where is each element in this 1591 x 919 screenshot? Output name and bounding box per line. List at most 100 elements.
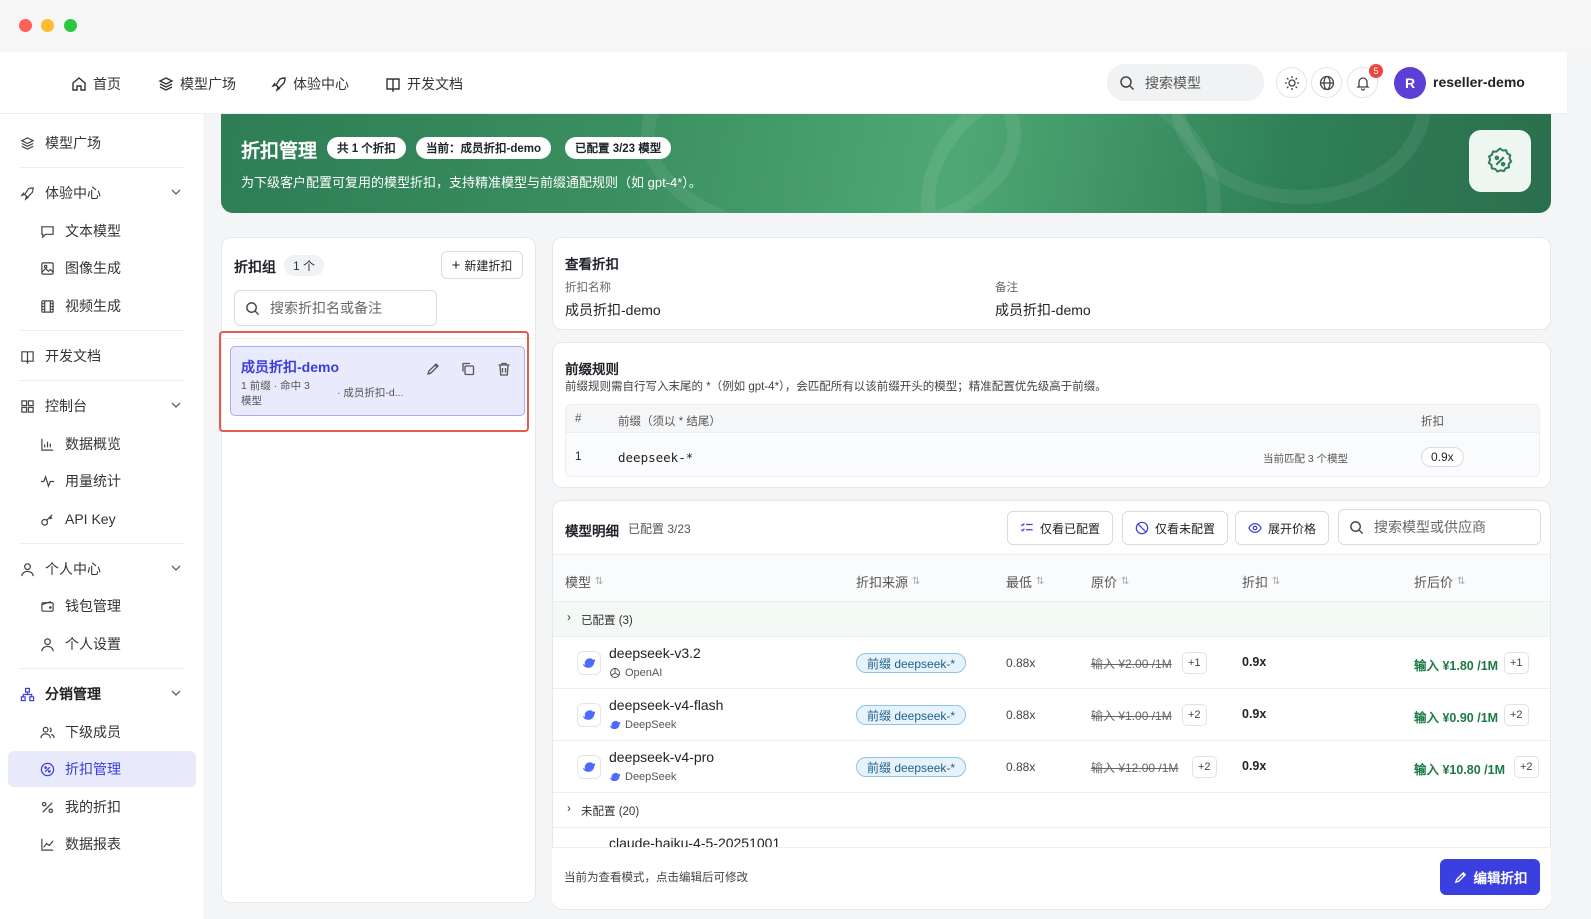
sort-icon: ⇅ xyxy=(1457,576,1466,587)
book-icon xyxy=(386,78,400,92)
trash-icon[interactable] xyxy=(496,361,512,377)
sidebar-item-usage[interactable]: 用量统计 xyxy=(8,463,196,499)
final-price-more[interactable]: +2 xyxy=(1514,756,1539,778)
film-icon xyxy=(41,299,54,313)
sidebar-item-personal-settings[interactable]: 个人设置 xyxy=(8,626,196,662)
discount-search-input[interactable]: 搜索折扣名或备注 xyxy=(234,290,437,326)
image-icon xyxy=(41,261,54,275)
col-model[interactable]: 模型 ⇅ xyxy=(565,572,603,591)
sidebar-divider xyxy=(20,543,184,544)
zoom-window-button[interactable] xyxy=(64,19,77,32)
chat-icon xyxy=(41,225,54,239)
sidebar-item-video-gen[interactable]: 视频生成 xyxy=(8,288,196,324)
model-provider-name: DeepSeek xyxy=(625,771,677,783)
table-row[interactable]: deepseek-v4-pro DeepSeek 前缀 deepseek-* 0… xyxy=(553,741,1550,793)
nav-model-plaza[interactable]: 模型广场 xyxy=(158,74,236,94)
filter-configured-button[interactable]: 仅看已配置 xyxy=(1007,511,1114,545)
prefix-row-value: deepseek-* xyxy=(618,450,694,465)
sidebar-item-model-plaza[interactable]: 模型广场 xyxy=(8,125,196,161)
minimize-window-button[interactable] xyxy=(41,19,54,32)
edit-discount-button[interactable]: 编辑折扣 xyxy=(1440,859,1540,895)
users-icon xyxy=(40,726,55,738)
view-mode-hint: 当前为查看模式，点击编辑后可修改 xyxy=(564,872,748,884)
sidebar-item-my-discount[interactable]: 我的折扣 xyxy=(8,789,196,825)
sidebar-group-experience[interactable]: 体验中心 xyxy=(8,175,196,211)
expand-price-button[interactable]: 展开价格 xyxy=(1235,511,1330,545)
configured-group-row[interactable]: › 已配置 (3) xyxy=(553,602,1550,637)
model-name: deepseek-v3.2 xyxy=(609,645,701,661)
globe-icon xyxy=(1319,75,1334,90)
prefix-rules-description: 前缀规则需自行写入末尾的 *（例如 gpt-4*），会匹配所有以该前缀开头的模型… xyxy=(565,381,1107,393)
sidebar-item-overview[interactable]: 数据概览 xyxy=(8,426,196,462)
theme-toggle-button[interactable] xyxy=(1276,67,1307,98)
original-price-more[interactable]: +2 xyxy=(1182,704,1207,726)
nav-home[interactable]: 首页 xyxy=(71,74,121,94)
sidebar-item-reports[interactable]: 数据报表 xyxy=(8,826,196,862)
language-button[interactable] xyxy=(1311,67,1342,98)
search-icon xyxy=(1120,75,1135,90)
new-discount-button[interactable]: + 新建折扣 xyxy=(441,251,523,279)
col-original[interactable]: 原价 ⇅ xyxy=(1091,572,1129,591)
unconfigured-group-row[interactable]: › 未配置 (20) xyxy=(553,793,1550,828)
view-discount-panel: 查看折扣 折扣名称 成员折扣-demo 备注 成员折扣-demo xyxy=(552,237,1551,330)
eye-icon xyxy=(1248,523,1262,533)
final-price-more[interactable]: +2 xyxy=(1504,704,1529,726)
deepseek-logo-icon xyxy=(577,703,601,727)
sidebar-item-api-key[interactable]: API Key xyxy=(8,501,196,537)
total-discounts-badge: 共 1 个折扣 xyxy=(327,137,406,159)
final-price-more[interactable]: +1 xyxy=(1504,652,1529,674)
avatar[interactable]: R xyxy=(1394,67,1426,99)
sidebar-divider xyxy=(20,330,184,331)
table-row[interactable]: deepseek-v4-flash DeepSeek 前缀 deepseek-*… xyxy=(553,689,1550,741)
close-window-button[interactable] xyxy=(19,19,32,32)
table-row[interactable]: deepseek-v3.2 OpenAI 前缀 deepseek-* 0.88x… xyxy=(553,637,1550,689)
sidebar-item-label: 钱包管理 xyxy=(65,598,121,614)
new-discount-label: 新建折扣 xyxy=(464,258,513,273)
nav-experience[interactable]: 体验中心 xyxy=(271,74,349,94)
edit-icon[interactable] xyxy=(425,361,441,377)
original-price-more[interactable]: +1 xyxy=(1182,652,1207,674)
sidebar-item-label: API Key xyxy=(65,511,116,527)
layers-icon xyxy=(20,136,35,150)
line-chart-icon xyxy=(41,838,54,851)
prefix-row-discount: 0.9x xyxy=(1421,447,1464,467)
col-source[interactable]: 折扣来源 ⇅ xyxy=(856,572,920,591)
sidebar-item-wallet[interactable]: 钱包管理 xyxy=(8,588,196,624)
sidebar-item-members[interactable]: 下级成员 xyxy=(8,714,196,750)
sidebar-item-label: 数据报表 xyxy=(65,836,121,852)
prefix-col-discount: 折扣 xyxy=(1421,416,1444,428)
col-discount[interactable]: 折扣 ⇅ xyxy=(1242,572,1280,591)
sidebar-item-text-model[interactable]: 文本模型 xyxy=(8,213,196,249)
deepseek-icon xyxy=(609,720,621,730)
discount-group-card[interactable]: 成员折扣-demo 1 前缀 · 命中 3 模型 · 成员折扣-d... xyxy=(230,346,525,416)
username[interactable]: reseller-demo xyxy=(1433,74,1525,90)
sidebar-group-distribution[interactable]: 分销管理 xyxy=(8,676,196,712)
sidebar-item-discount-management[interactable]: 折扣管理 xyxy=(8,751,196,787)
sidebar-divider xyxy=(20,668,184,669)
discount-group-note: · 成员折扣-d... xyxy=(337,387,404,399)
filter-unconfigured-button[interactable]: 仅看未配置 xyxy=(1122,511,1229,545)
sidebar-item-docs[interactable]: 开发文档 xyxy=(8,338,196,374)
deepseek-logo-icon xyxy=(577,651,601,675)
model-search-input[interactable]: 搜索模型或供应商 xyxy=(1338,509,1541,545)
nav-docs[interactable]: 开发文档 xyxy=(385,74,463,94)
original-price-more[interactable]: +2 xyxy=(1192,756,1217,778)
sidebar-item-image-gen[interactable]: 图像生成 xyxy=(8,250,196,286)
sidebar-item-label: 开发文档 xyxy=(45,348,101,364)
sidebar-group-console[interactable]: 控制台 xyxy=(8,388,196,424)
activity-icon xyxy=(40,474,55,488)
notifications-button[interactable]: 5 xyxy=(1347,64,1383,98)
prefix-row-match: 当前匹配 3 个模型 xyxy=(1263,453,1349,465)
discount-name-label: 折扣名称 xyxy=(565,282,611,294)
copy-icon[interactable] xyxy=(460,361,476,377)
sidebar-item-label: 分销管理 xyxy=(45,686,101,702)
chevron-down-icon xyxy=(171,189,181,195)
col-source-label: 折扣来源 xyxy=(856,575,909,590)
sort-icon: ⇅ xyxy=(1272,576,1281,587)
global-search-input[interactable]: 搜索模型 xyxy=(1107,64,1264,101)
col-min[interactable]: 最低 ⇅ xyxy=(1006,572,1044,591)
sidebar-group-personal[interactable]: 个人中心 xyxy=(8,551,196,587)
global-search-placeholder: 搜索模型 xyxy=(1145,74,1201,91)
discount-name-value: 成员折扣-demo xyxy=(565,302,661,318)
col-final[interactable]: 折后价 ⇅ xyxy=(1414,572,1465,591)
